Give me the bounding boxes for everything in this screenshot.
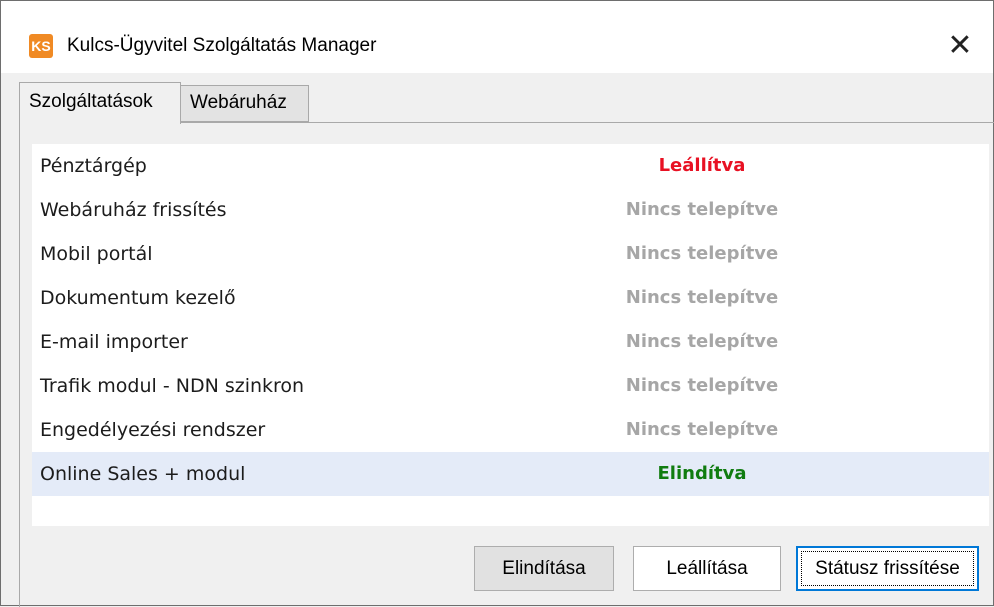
service-status: Nincs telepítve [625,199,779,220]
service-status: Leállítva [658,155,746,176]
refresh-status-button[interactable]: Státusz frissítése [796,546,979,591]
service-row[interactable]: Trafik modul - NDN szinkron Nincs telepí… [32,364,989,408]
app-logo-icon: KS [29,34,53,58]
service-name: Pénztárgép [40,155,147,177]
start-button[interactable]: Elindítása [474,546,614,591]
service-row[interactable]: Webáruház frissítés Nincs telepítve [32,188,989,232]
service-status: Nincs telepítve [625,331,779,352]
service-name: Dokumentum kezelő [40,287,236,309]
title-bar: KS Kulcs-Ügyvitel Szolgáltatás Manager ✕ [1,1,993,73]
service-status: Nincs telepítve [625,375,779,396]
service-manager-window: KS Kulcs-Ügyvitel Szolgáltatás Manager ✕… [0,0,994,607]
service-list[interactable]: Pénztárgép Leállítva Webáruház frissítés… [32,144,989,526]
service-name: Trafik modul - NDN szinkron [40,375,305,397]
service-status: Nincs telepítve [625,287,779,308]
service-status: Nincs telepítve [625,419,779,440]
service-row[interactable]: Mobil portál Nincs telepítve [32,232,989,276]
window-title: Kulcs-Ügyvitel Szolgáltatás Manager [67,35,377,56]
service-row[interactable]: Pénztárgép Leállítva [32,144,989,188]
service-status: Nincs telepítve [625,243,779,264]
service-name: E-mail importer [40,331,188,353]
service-row[interactable]: Engedélyezési rendszer Nincs telepítve [32,408,989,452]
service-row-selected[interactable]: Online Sales + modul Elindítva [32,452,989,496]
service-name: Mobil portál [40,243,153,265]
service-row[interactable]: E-mail importer Nincs telepítve [32,320,989,364]
close-icon: ✕ [947,29,973,62]
close-button[interactable]: ✕ [927,19,993,73]
service-name: Webáruház frissítés [40,199,227,221]
tab-webshop[interactable]: Webáruház [180,85,309,122]
service-row[interactable]: Dokumentum kezelő Nincs telepítve [32,276,989,320]
stop-button[interactable]: Leállítása [633,546,781,591]
focus-ring [801,551,974,586]
service-name: Engedélyezési rendszer [40,419,266,441]
service-status: Elindítva [657,463,747,484]
tab-services[interactable]: Szolgáltatások [19,82,181,124]
service-name: Online Sales + modul [40,463,246,485]
